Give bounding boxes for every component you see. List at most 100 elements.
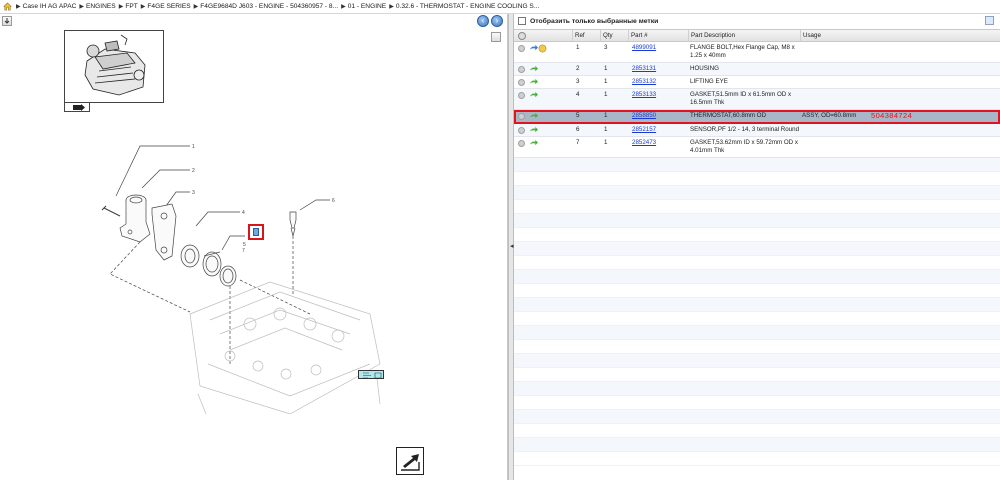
next-icon[interactable]: ›: [491, 15, 503, 27]
select-icon[interactable]: [518, 113, 525, 120]
expand-view-icon[interactable]: [396, 447, 424, 475]
breadcrumb-label[interactable]: 01 - ENGINE: [348, 3, 386, 10]
engine-thumbnail[interactable]: [64, 30, 164, 103]
empty-row: [514, 284, 1000, 298]
add-to-cart-icon[interactable]: [529, 78, 538, 87]
breadcrumb-label[interactable]: F4GE SERIES: [147, 3, 190, 10]
ref-cell: 5: [576, 112, 580, 119]
usage-cell: [800, 63, 802, 65]
qty-cell: 1: [604, 126, 608, 133]
callout-number: 3: [192, 190, 195, 196]
part-number-link[interactable]: 4899091: [630, 42, 656, 52]
table-row[interactable]: 1 3 4899091 FLANGE BOLT,Hex Flange Cap, …: [514, 42, 1000, 63]
show-selected-label[interactable]: Отобразить только выбранные метки: [530, 18, 658, 25]
part-number-link[interactable]: 2853131: [630, 63, 656, 73]
breadcrumb-label[interactable]: FPT: [125, 3, 137, 10]
filter-bar: Отобразить только выбранные метки: [514, 14, 1000, 28]
add-to-cart-icon[interactable]: [529, 126, 538, 135]
show-selected-checkbox[interactable]: [518, 17, 526, 25]
qty-cell: 1: [604, 65, 608, 72]
previous-icon[interactable]: ‹: [477, 15, 489, 27]
select-icon[interactable]: [518, 140, 525, 147]
table-row[interactable]: 6 1 2852157 SENSOR,PF 1/2 - 14, 3 termin…: [514, 124, 1000, 137]
grid-options-icon[interactable]: [985, 16, 994, 25]
column-header-qty[interactable]: Qty: [600, 30, 628, 42]
empty-row: [514, 158, 1000, 172]
table-row[interactable]: 3 1 2853132 LIFTING EYE: [514, 76, 1000, 89]
description-cell: SENSOR,PF 1/2 - 14, 3 terminal Round: [690, 126, 800, 133]
add-to-cart-icon[interactable]: [529, 112, 538, 121]
breadcrumb: ▶ Case IH AG APAC ▶ ENGINES ▶ FPT ▶ F4GE SER…: [0, 0, 1000, 14]
part-number-link[interactable]: 2852157: [630, 124, 656, 134]
breadcrumb-item[interactable]: ▶ F4GE SERIES: [141, 3, 191, 10]
column-header-part-number[interactable]: Part #: [628, 30, 688, 42]
column-header-ref[interactable]: Ref: [572, 30, 600, 42]
empty-row: [514, 438, 1000, 452]
description-cell: LIFTING EYE: [690, 78, 728, 85]
info-icon[interactable]: [538, 44, 547, 53]
qty-cell: 1: [604, 91, 608, 98]
empty-row: [514, 354, 1000, 368]
empty-row: [514, 214, 1000, 228]
callout-number: 1: [192, 144, 195, 150]
ref-cell: 3: [576, 78, 580, 85]
breadcrumb-item[interactable]: ▶ Case IH AG APAC: [16, 3, 76, 10]
column-header-description[interactable]: Part Description: [688, 30, 800, 42]
breadcrumb-item[interactable]: ▶ F4GE9684D J603 - ENGINE - 504360957 - 8…: [194, 3, 338, 10]
qty-cell: 1: [604, 78, 608, 85]
table-row[interactable]: 4 1 2853133 GASKET,51.5mm ID x 61.5mm OD…: [514, 89, 1000, 110]
breadcrumb-item[interactable]: ▶ FPT: [119, 3, 138, 10]
empty-row: [514, 256, 1000, 270]
breadcrumb-item[interactable]: ▶ 0.32.6 - THERMOSTAT - ENGINE COOLING S.…: [389, 3, 539, 10]
usage-cell: ASSY, OD=60.8mm: [802, 112, 857, 119]
select-icon[interactable]: [518, 79, 525, 86]
breadcrumb-label[interactable]: F4GE9684D J603 - ENGINE - 504360957 - 8.…: [200, 3, 338, 10]
table-row-selected[interactable]: 5 1 2858850 THERMOSTAT,60.8mm OD ASSY, O…: [514, 110, 1000, 124]
empty-row: [514, 424, 1000, 438]
empty-row: [514, 410, 1000, 424]
part-number-link[interactable]: 2858850: [630, 110, 656, 120]
download-icon[interactable]: [2, 16, 12, 26]
breadcrumb-item[interactable]: ▶ ENGINES: [79, 3, 115, 10]
thumbnail-tab[interactable]: [64, 103, 90, 112]
table-row[interactable]: 2 1 2853131 HOUSING: [514, 63, 1000, 76]
maximize-icon[interactable]: [491, 32, 501, 42]
chevron-right-icon: ▶: [389, 4, 394, 10]
empty-rows: [514, 158, 1000, 466]
part-marker-icon: [253, 228, 259, 236]
add-to-cart-icon[interactable]: [529, 44, 538, 53]
breadcrumb-item[interactable]: ▶ 01 - ENGINE: [341, 3, 386, 10]
reference-callout[interactable]: [358, 370, 384, 379]
select-icon[interactable]: [518, 45, 525, 52]
table-row[interactable]: 7 1 2852473 GASKET,53.62mm ID x 59.72mm …: [514, 137, 1000, 158]
ref-cell: 1: [576, 44, 580, 51]
chevron-right-icon: ▶: [193, 4, 199, 10]
empty-row: [514, 312, 1000, 326]
select-all-icon[interactable]: [518, 32, 526, 40]
callout-number: 6: [332, 198, 335, 204]
usage-cell: [800, 124, 802, 126]
empty-row: [514, 270, 1000, 284]
column-header-usage[interactable]: Usage: [800, 30, 1000, 42]
select-icon[interactable]: [518, 127, 525, 134]
select-icon[interactable]: [518, 92, 525, 99]
add-to-cart-icon[interactable]: [529, 91, 538, 100]
collapse-icon[interactable]: ◂: [510, 242, 514, 250]
empty-row: [514, 382, 1000, 396]
breadcrumb-label[interactable]: 0.32.6 - THERMOSTAT - ENGINE COOLING S..…: [396, 3, 540, 10]
breadcrumb-label[interactable]: ENGINES: [86, 3, 116, 10]
description-cell: FLANGE BOLT,Hex Flange Cap, M8 x 1.25 x …: [690, 44, 795, 59]
home-icon[interactable]: [3, 2, 12, 11]
select-icon[interactable]: [518, 66, 525, 73]
breadcrumb-label[interactable]: Case IH AG APAC: [23, 3, 77, 10]
part-number-link[interactable]: 2853132: [630, 76, 656, 86]
ref-cell: 2: [576, 65, 580, 72]
add-to-cart-icon[interactable]: [529, 139, 538, 148]
qty-cell: 1: [604, 112, 608, 119]
parts-pane: Отобразить только выбранные метки Ref Qt…: [514, 14, 1000, 480]
add-to-cart-icon[interactable]: [529, 65, 538, 74]
part-number-link[interactable]: 2852473: [630, 137, 656, 147]
selected-part-hotspot[interactable]: [248, 224, 264, 240]
part-number-link[interactable]: 2853133: [630, 89, 656, 99]
ref-cell: 6: [576, 126, 580, 133]
